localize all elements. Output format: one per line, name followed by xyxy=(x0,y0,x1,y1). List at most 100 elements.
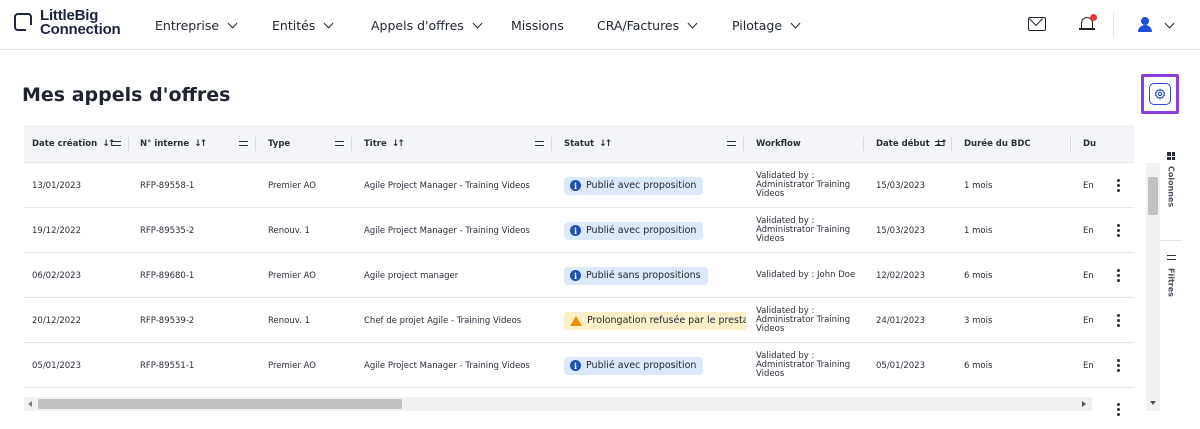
offers-table: Date création ↓↑ N° interne ↓↑ Type Titre ↓… xyxy=(24,125,1162,416)
filter-icon[interactable] xyxy=(727,140,736,148)
nav-entites[interactable]: Entités xyxy=(272,18,334,33)
brand-logo[interactable]: LittleBig Connection xyxy=(14,8,121,37)
nav-label: Appels d'offres xyxy=(371,18,464,33)
filter-icon[interactable] xyxy=(535,140,544,148)
sort-icon[interactable]: ↓↑ xyxy=(194,139,207,149)
status-badge: i Publié sans propositions xyxy=(564,266,708,285)
cell-date-creation: 06/02/2023 xyxy=(32,270,81,281)
divider xyxy=(1160,240,1182,241)
status-badge: i Publié avec proposition xyxy=(564,221,704,240)
bell-icon[interactable] xyxy=(1079,14,1097,33)
more-vertical-icon[interactable] xyxy=(1117,359,1120,372)
filter-icon[interactable] xyxy=(112,140,121,148)
cell-du: En xyxy=(1083,360,1094,371)
scroll-left-icon[interactable] xyxy=(28,401,32,407)
cell-ref: RFP-89535-2 xyxy=(140,225,195,236)
status-text: Publié avec proposition xyxy=(586,225,697,236)
status-text: Publié sans propositions xyxy=(586,270,701,281)
more-vertical-icon[interactable] xyxy=(1117,224,1120,237)
more-vertical-icon[interactable] xyxy=(1117,314,1120,327)
nav-pilotage[interactable]: Pilotage xyxy=(732,18,801,33)
nav-appels-offres[interactable]: Appels d'offres xyxy=(371,18,483,33)
mail-icon[interactable] xyxy=(1028,17,1046,31)
col-header-date-creation[interactable]: Date création ↓↑ xyxy=(32,125,115,163)
col-header-type[interactable]: Type xyxy=(268,125,290,163)
filters-tab-label: Filtres xyxy=(1166,268,1176,297)
cell-date-debut: 15/03/2023 xyxy=(876,225,925,236)
columns-tab[interactable]: Colonnes xyxy=(1160,152,1182,207)
column-divider[interactable] xyxy=(551,137,552,151)
col-header-statut[interactable]: Statut ↓↑ xyxy=(564,125,612,163)
more-vertical-icon[interactable] xyxy=(1117,269,1120,282)
table-header: Date création ↓↑ N° interne ↓↑ Type Titre ↓… xyxy=(24,125,1134,163)
page-title: Mes appels d'offres xyxy=(22,84,231,106)
sort-icon[interactable]: ↓↑ xyxy=(392,139,405,149)
filters-tab[interactable]: Filtres xyxy=(1160,254,1182,297)
nav-label: CRA/Factures xyxy=(597,18,680,33)
cell-workflow: Validated by : Administrator Training Vi… xyxy=(756,171,851,199)
cell-ref: RFP-89539-2 xyxy=(140,315,195,326)
cell-title[interactable]: Agile Project Manager - Training Videos xyxy=(364,208,530,253)
cell-title[interactable]: Chef de projet Agile - Training Videos xyxy=(364,298,521,343)
column-divider[interactable] xyxy=(128,137,129,151)
col-header-workflow[interactable]: Workflow xyxy=(756,125,801,163)
table-row[interactable]: 13/01/2023 RFP-89558-1 Premier AO Agile … xyxy=(24,163,1134,208)
nav-cra-factures[interactable]: CRA/Factures xyxy=(597,18,698,33)
column-divider[interactable] xyxy=(743,137,744,151)
cell-du: En xyxy=(1083,315,1094,326)
column-divider[interactable] xyxy=(863,137,864,151)
user-icon[interactable] xyxy=(1138,17,1152,33)
info-icon: i xyxy=(570,270,581,281)
column-divider[interactable] xyxy=(255,137,256,151)
table-row[interactable]: 05/01/2023 RFP-89551-1 Premier AO Agile … xyxy=(24,343,1134,388)
table-row[interactable]: 06/02/2023 RFP-89680-1 Premier AO Agile … xyxy=(24,253,1134,298)
cell-ref: RFP-89551-1 xyxy=(140,360,195,371)
cell-duree: 6 mois xyxy=(964,360,993,371)
nav-missions[interactable]: Missions xyxy=(511,18,564,33)
sort-icon[interactable]: ↓↑ xyxy=(599,139,612,149)
filters-icon xyxy=(1166,254,1176,262)
vertical-scroll-thumb[interactable] xyxy=(1148,177,1158,215)
cell-title[interactable]: Agile Project Manager - Training Videos xyxy=(364,343,530,388)
divider xyxy=(1113,12,1114,38)
filter-icon[interactable] xyxy=(335,140,344,148)
more-vertical-icon[interactable] xyxy=(1117,179,1120,192)
status-badge: i Publié avec proposition xyxy=(564,176,704,195)
column-divider[interactable] xyxy=(951,137,952,151)
horizontal-scrollbar[interactable] xyxy=(24,397,1092,411)
horizontal-scroll-thumb[interactable] xyxy=(38,399,402,409)
chevron-down-icon xyxy=(323,18,334,29)
chevron-down-icon[interactable] xyxy=(1164,18,1175,29)
scroll-down-icon[interactable] xyxy=(1150,401,1156,405)
cell-workflow: Validated by : Administrator Training Vi… xyxy=(756,216,851,244)
cell-date-debut: 12/02/2023 xyxy=(876,270,925,281)
cell-title[interactable]: Agile Project Manager - Training Videos xyxy=(364,163,530,208)
table-row[interactable]: 20/12/2022 RFP-89539-2 Renouv. 1 Chef de… xyxy=(24,298,1134,343)
column-divider[interactable] xyxy=(351,137,352,151)
columns-icon xyxy=(1167,152,1175,160)
table-row[interactable]: 19/12/2022 RFP-89535-2 Renouv. 1 Agile P… xyxy=(24,208,1134,253)
cell-title[interactable]: Agile project manager xyxy=(364,253,458,298)
settings-button[interactable] xyxy=(1141,74,1179,114)
column-divider[interactable] xyxy=(1070,137,1071,151)
cell-workflow: Validated by : Administrator Training Vi… xyxy=(756,351,851,379)
col-header-titre[interactable]: Titre ↓↑ xyxy=(364,125,405,163)
column-label: Workflow xyxy=(756,139,801,149)
cell-date-creation: 05/01/2023 xyxy=(32,360,81,371)
more-vertical-icon[interactable] xyxy=(1117,403,1120,416)
vertical-scrollbar[interactable] xyxy=(1146,163,1160,411)
col-header-duree-bdc[interactable]: Durée du BDC xyxy=(964,125,1031,163)
cell-duree: 6 mois xyxy=(964,270,993,281)
settings-icon xyxy=(1154,88,1166,100)
filter-icon[interactable] xyxy=(935,140,944,148)
filter-icon[interactable] xyxy=(239,140,248,148)
cell-workflow: Validated by : John Doe xyxy=(756,270,856,280)
nav-entreprise[interactable]: Entreprise xyxy=(155,18,238,33)
column-label: N° interne xyxy=(140,139,190,149)
col-header-du[interactable]: Du xyxy=(1083,125,1096,163)
cell-ref: RFP-89558-1 xyxy=(140,180,195,191)
nav-label: Entreprise xyxy=(155,18,220,33)
col-header-numero-interne[interactable]: N° interne ↓↑ xyxy=(140,125,207,163)
cell-type: Premier AO xyxy=(268,360,316,371)
scroll-right-icon[interactable] xyxy=(1082,401,1086,407)
